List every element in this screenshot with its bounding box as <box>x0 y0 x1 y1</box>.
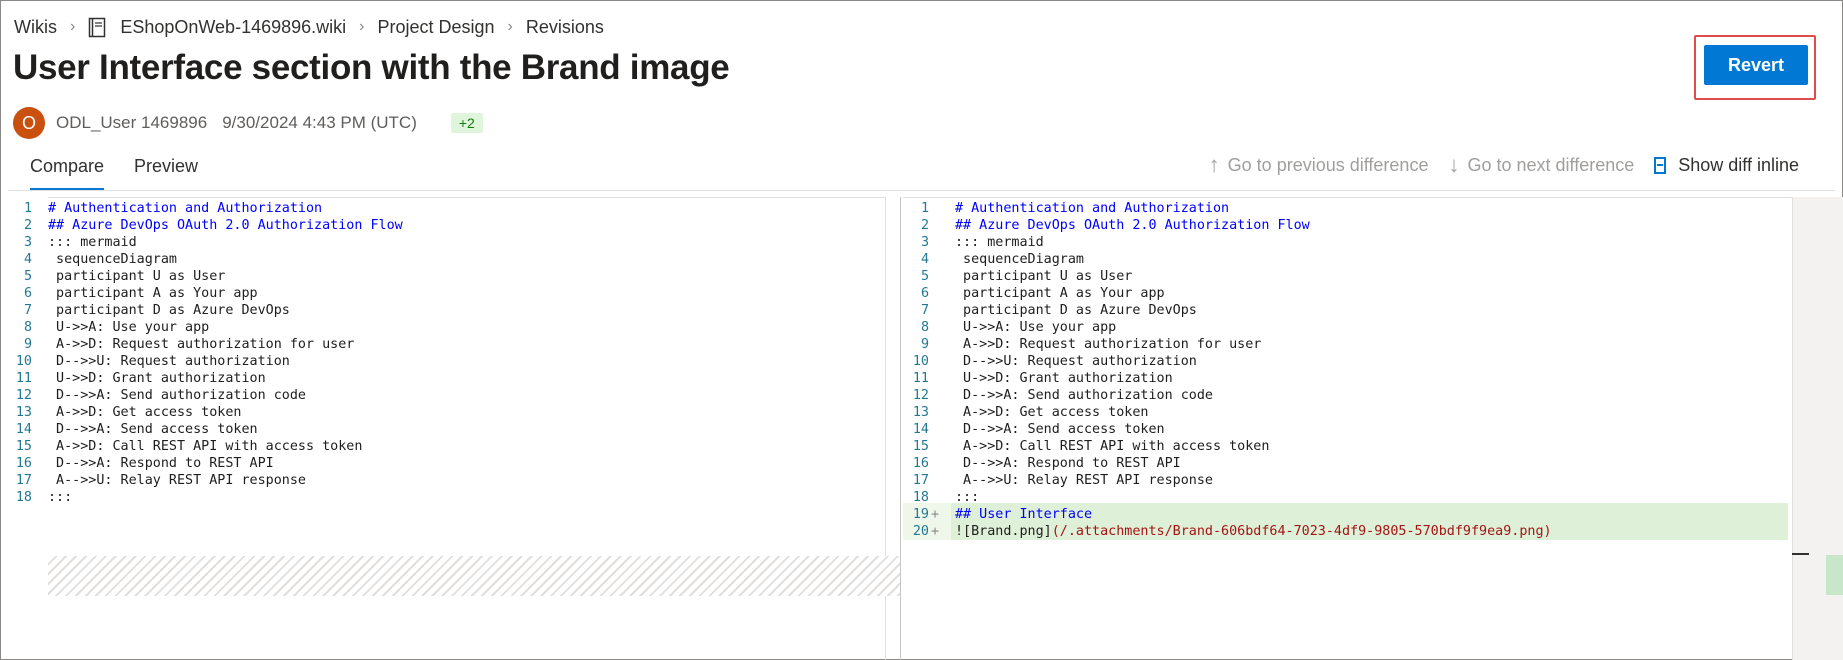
code-text-content: A->>D: Call REST API with access token <box>955 439 1270 454</box>
tab-bar: Compare Preview <box>30 150 228 191</box>
code-text-content: A-->>U: Relay REST API response <box>48 473 306 488</box>
code-text-content: ::: <box>48 490 73 505</box>
code-text-content: participant U as User <box>48 269 226 284</box>
code-text-content: D-->>U: Request authorization <box>955 354 1197 369</box>
code-text-content: U->>D: Grant authorization <box>48 371 266 386</box>
code-text-content: participant A as Your app <box>955 286 1165 301</box>
line-number: 18 <box>15 490 32 505</box>
code-text: ::: <box>48 488 72 508</box>
code-text-content: participant D as Azure DevOps <box>48 303 290 318</box>
chevron-right-icon: › <box>507 18 513 35</box>
line-number: 20 <box>912 524 929 539</box>
code-text-content: D-->>A: Send access token <box>955 422 1165 437</box>
code-text-content: ::: mermaid <box>955 235 1044 250</box>
code-text-content: participant D as Azure DevOps <box>955 303 1197 318</box>
original-pane[interactable]: 1 # Authentication and Authorization 2 ## A… <box>0 197 902 660</box>
previous-difference-label: Go to previous difference <box>1227 154 1429 175</box>
code-text-content: ## Azure DevOps OAuth 2.0 Authorization … <box>955 218 1310 233</box>
code-text-content: sequenceDiagram <box>955 252 1084 267</box>
code-text-content: sequenceDiagram <box>48 252 177 267</box>
chevron-right-icon: › <box>359 18 365 35</box>
code-text-content: A->>D: Request authorization for user <box>955 337 1262 352</box>
revision-meta: O ODL_User 1469896 9/30/2024 4:43 PM (UT… <box>13 107 483 139</box>
lines-added-badge: +2 <box>450 113 483 133</box>
arrow-down-icon: ↓ <box>1448 152 1460 177</box>
code-text-content: ![Brand.png] <box>955 524 1052 539</box>
breadcrumb: Wikis › EShopOnWeb-1469896.wiki › Projec… <box>14 14 604 40</box>
code-text-content: A->>D: Get access token <box>48 405 242 420</box>
toolbar-divider <box>8 190 1835 191</box>
code-text-content: U->>D: Grant authorization <box>955 371 1173 386</box>
code-text-content: A->>D: Get access token <box>955 405 1149 420</box>
code-text: A-->>U: Relay REST API response <box>48 471 306 491</box>
code-text-content: D-->>A: Send access token <box>48 422 258 437</box>
next-difference-button[interactable]: ↓ Go to next difference <box>1448 152 1634 178</box>
added-line-marker: + <box>931 524 940 539</box>
show-diff-inline-label: Show diff inline <box>1678 154 1799 175</box>
attachment-link-text: (/.attachments/Brand-606bdf64-7023-4df9-… <box>1051 524 1552 539</box>
chevron-right-icon: › <box>70 18 76 35</box>
code-text-content: U->>A: Use your app <box>48 320 210 335</box>
previous-difference-button[interactable]: ↑ Go to previous difference <box>1209 152 1429 178</box>
code-text-content: participant A as Your app <box>48 286 258 301</box>
code-text-content: D-->>A: Respond to REST API <box>48 456 274 471</box>
code-text-content: A->>D: Call REST API with access token <box>48 439 363 454</box>
arrow-up-icon: ↑ <box>1208 152 1220 177</box>
revision-timestamp: 9/30/2024 4:43 PM (UTC) <box>222 113 417 132</box>
page-title: User Interface section with the Brand im… <box>13 48 730 87</box>
wiki-book-icon <box>88 17 106 38</box>
code-text-content: D-->>A: Send authorization code <box>955 388 1213 403</box>
code-text-content: ::: mermaid <box>48 235 137 250</box>
overview-added-marker <box>1826 555 1843 595</box>
code-text-content: D-->>A: Respond to REST API <box>955 456 1181 471</box>
diff-toolbar: ↑ Go to previous difference ↓ Go to next… <box>1189 152 1799 178</box>
code-text-content: ## Azure DevOps OAuth 2.0 Authorization … <box>48 218 403 233</box>
code-text-content: # Authentication and Authorization <box>48 201 323 216</box>
breadcrumb-wikis[interactable]: Wikis <box>14 17 57 38</box>
code-text-content: A->>D: Request authorization for user <box>48 337 355 352</box>
code-text-content: # Authentication and Authorization <box>955 201 1230 216</box>
code-text-content: D-->>A: Send authorization code <box>48 388 306 403</box>
code-text-content: A-->>U: Relay REST API response <box>955 473 1213 488</box>
code-text: A-->>U: Relay REST API response <box>955 471 1213 491</box>
show-diff-inline-button[interactable]: Show diff inline <box>1654 155 1799 176</box>
code-text-content: participant U as User <box>955 269 1133 284</box>
author-name: ODL_User 1469896 <box>56 113 208 132</box>
avatar: O <box>13 107 45 139</box>
tab-compare[interactable]: Compare <box>30 150 105 191</box>
breadcrumb-revisions[interactable]: Revisions <box>526 17 604 38</box>
tab-preview[interactable]: Preview <box>134 150 198 190</box>
code-text-content: U->>A: Use your app <box>955 320 1117 335</box>
breadcrumb-wiki-repo[interactable]: EShopOnWeb-1469896.wiki <box>120 17 346 38</box>
modified-pane[interactable]: 1 # Authentication and Authorization 2 ## A… <box>903 197 1809 660</box>
code-text: ![Brand.png](/.attachments/Brand-606bdf6… <box>955 522 1552 542</box>
next-difference-label: Go to next difference <box>1467 154 1635 175</box>
inline-diff-icon <box>1654 156 1667 174</box>
code-text-content: D-->>U: Request authorization <box>48 354 290 369</box>
revert-button[interactable]: Revert <box>1704 45 1808 85</box>
breadcrumb-project-design[interactable]: Project Design <box>377 17 494 38</box>
